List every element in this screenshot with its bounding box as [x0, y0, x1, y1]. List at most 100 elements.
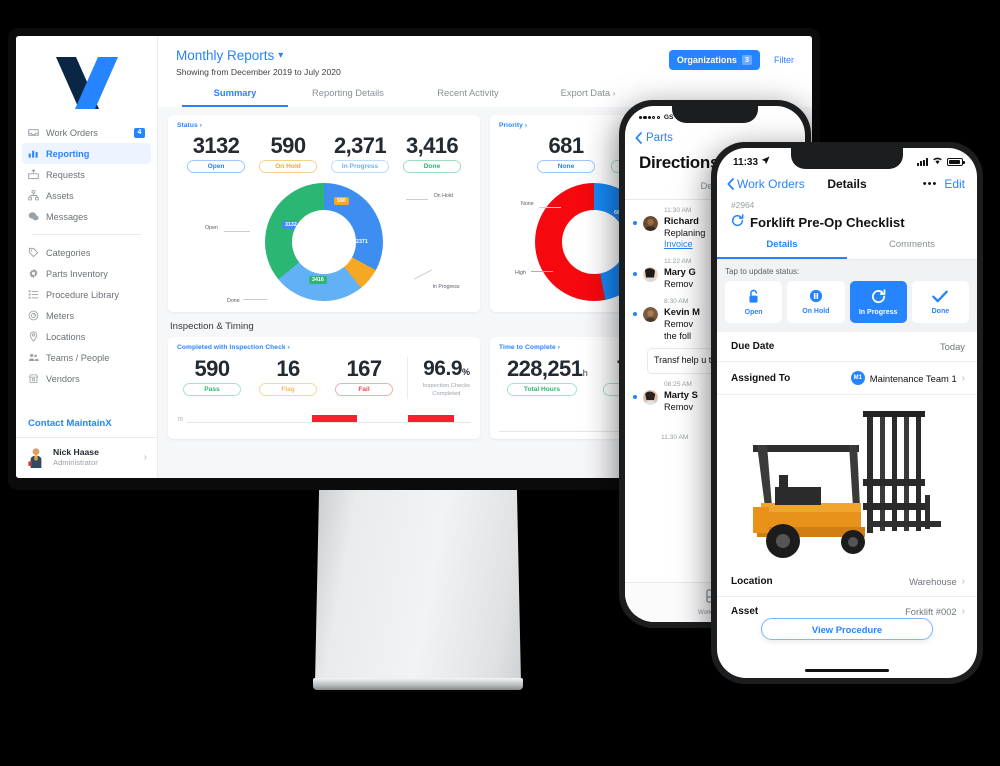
priority-card-link-label: Priority: [499, 122, 523, 129]
status-donut-chart: 3132 590 2371 3416 Open On Hold In Progr…: [177, 179, 471, 305]
message-time: 11:30 AM: [661, 433, 689, 441]
chevron-right-icon: ›: [524, 122, 528, 129]
kpi-done: 3,416 Done: [403, 134, 461, 174]
status-chip-done[interactable]: Done: [911, 281, 969, 323]
unread-dot-icon: [633, 272, 637, 276]
kpi-pill: On Hold: [259, 160, 317, 174]
status-caption: Tap to update status:: [725, 267, 800, 276]
message-text: Remov: [664, 279, 694, 289]
back-label: Parts: [646, 132, 673, 144]
avatar: [643, 389, 658, 405]
sidebar-item-parts-inventory[interactable]: Parts Inventory: [22, 263, 151, 284]
sidebar-item-label: Assets: [46, 190, 74, 201]
message-time: 11:30 AM: [664, 207, 692, 214]
inspection-card-link[interactable]: Completed with Inspection Check ›: [177, 344, 471, 351]
row-assigned-to[interactable]: Assigned To M1 Maintenance Team 1 ›: [717, 362, 977, 395]
bar-chart-icon: [28, 148, 39, 159]
tab-recent-activity[interactable]: Recent Activity: [408, 87, 528, 107]
status-chip-in-progress[interactable]: In Progress: [849, 281, 907, 323]
view-procedure-button[interactable]: View Procedure: [761, 618, 933, 640]
kpi-pill: Flag: [259, 383, 317, 397]
avatar: M1: [850, 371, 865, 385]
sidebar-item-categories[interactable]: Categories: [22, 242, 151, 263]
tab-export-data-label: Export Data: [560, 87, 611, 98]
status-card-link-label: Status: [177, 122, 198, 129]
battery-icon: [947, 158, 965, 166]
avatar: [643, 267, 658, 282]
message-text: Remov: [664, 401, 694, 412]
sidebar-item-procedure-library[interactable]: Procedure Library: [22, 284, 151, 305]
tab-summary[interactable]: Summary: [182, 87, 288, 107]
forklift-image: [717, 395, 977, 567]
row-due-date[interactable]: Due Date Today: [717, 332, 977, 362]
message-link[interactable]: Invoice: [664, 239, 705, 249]
tab-details[interactable]: Details: [717, 239, 847, 259]
donut-label-open: 3132: [282, 221, 300, 230]
message-time: 11:22 AM: [664, 258, 692, 265]
sidebar-item-meters[interactable]: Meters: [22, 305, 151, 326]
sidebar-item-assets[interactable]: Assets: [22, 185, 151, 206]
header-actions: Organizations 3 Filter: [668, 48, 794, 70]
card-divider: [407, 357, 408, 400]
avatar: [643, 216, 658, 231]
message-time: 8:30 AM: [664, 298, 689, 305]
tab-export-data[interactable]: Export Data ›: [528, 87, 648, 107]
page-title[interactable]: Monthly Reports ▾: [176, 48, 341, 63]
organizations-button[interactable]: Organizations 3: [668, 50, 760, 70]
filter-button[interactable]: Filter: [774, 55, 794, 65]
kpi-pill: Done: [403, 160, 461, 174]
status-chip-label: In Progress: [858, 308, 898, 316]
work-order-title: Forklift Pre-Op Checklist: [750, 214, 905, 230]
sidebar-item-messages[interactable]: Messages: [22, 206, 151, 227]
sidebar-item-work-orders[interactable]: Work Orders 4: [22, 122, 151, 143]
chevron-right-icon: ›: [557, 344, 561, 352]
user-profile[interactable]: Nick Haase Administrator ›: [16, 438, 157, 478]
back-button[interactable]: Work Orders: [727, 177, 805, 191]
sidebar-item-requests[interactable]: Requests: [22, 164, 151, 185]
status-chip-open[interactable]: Open: [725, 281, 783, 323]
callout-line-done: [243, 299, 267, 301]
status-chip-on-hold[interactable]: On Hold: [787, 281, 845, 323]
sidebar-item-label: Parts Inventory: [46, 268, 108, 279]
refresh-icon: [731, 214, 744, 230]
tab-reporting-details[interactable]: Reporting Details: [288, 87, 408, 107]
tag-icon: [28, 247, 39, 258]
contact-maintainx-link[interactable]: Contact MaintainX: [16, 412, 157, 429]
tab-comments[interactable]: Comments: [847, 239, 977, 259]
kpi-value: 2,371: [333, 133, 387, 158]
donut-label-in-progress: 2371: [356, 239, 368, 246]
more-options-icon[interactable]: •••: [923, 178, 938, 190]
donut-callout-done: Done: [227, 298, 240, 305]
status-card-link[interactable]: Status ›: [177, 122, 471, 129]
work-orders-badge: 4: [134, 127, 145, 138]
signal-dots-icon: [639, 114, 661, 121]
chevron-left-icon: [635, 132, 642, 144]
donut-callout-none: None: [521, 201, 534, 208]
status-kpis: 3132 Open 590 On Hold 2,371 In Progress: [177, 133, 471, 174]
chevron-right-icon: ›: [287, 344, 290, 352]
avatar: [26, 446, 46, 468]
sidebar-item-reporting[interactable]: Reporting: [22, 143, 151, 164]
user-name: Nick Haase: [53, 447, 99, 458]
message-body: 11:30 AM Richard Replaning Invoice: [664, 207, 705, 249]
sidebar-item-teams-people[interactable]: Teams / People: [22, 347, 151, 368]
chevron-right-icon: ›: [199, 122, 202, 129]
refresh-icon: [871, 288, 886, 306]
mini-chart-track: [186, 411, 471, 424]
sidebar-item-vendors[interactable]: Vendors: [22, 368, 151, 389]
kpi-value: 3132: [192, 133, 240, 158]
row-location[interactable]: Location Warehouse ›: [717, 567, 977, 597]
edit-button[interactable]: Edit: [944, 177, 965, 191]
app-logo: [16, 36, 157, 120]
message-sender: Richard: [664, 215, 699, 226]
sidebar-item-label: Messages: [46, 211, 88, 222]
kpi-pill: Open: [187, 160, 245, 174]
back-button[interactable]: Parts: [625, 122, 805, 144]
kpi-pill: Fail: [335, 383, 393, 397]
status-indicators: [917, 156, 965, 168]
kpi-open: 3132 Open: [187, 133, 245, 174]
sidebar-divider: [32, 234, 141, 235]
kpi-in-progress: 2,371 In Progress: [331, 133, 389, 174]
kpi-fail: 167 Fail: [335, 357, 393, 397]
sidebar-item-locations[interactable]: Locations: [22, 326, 151, 347]
